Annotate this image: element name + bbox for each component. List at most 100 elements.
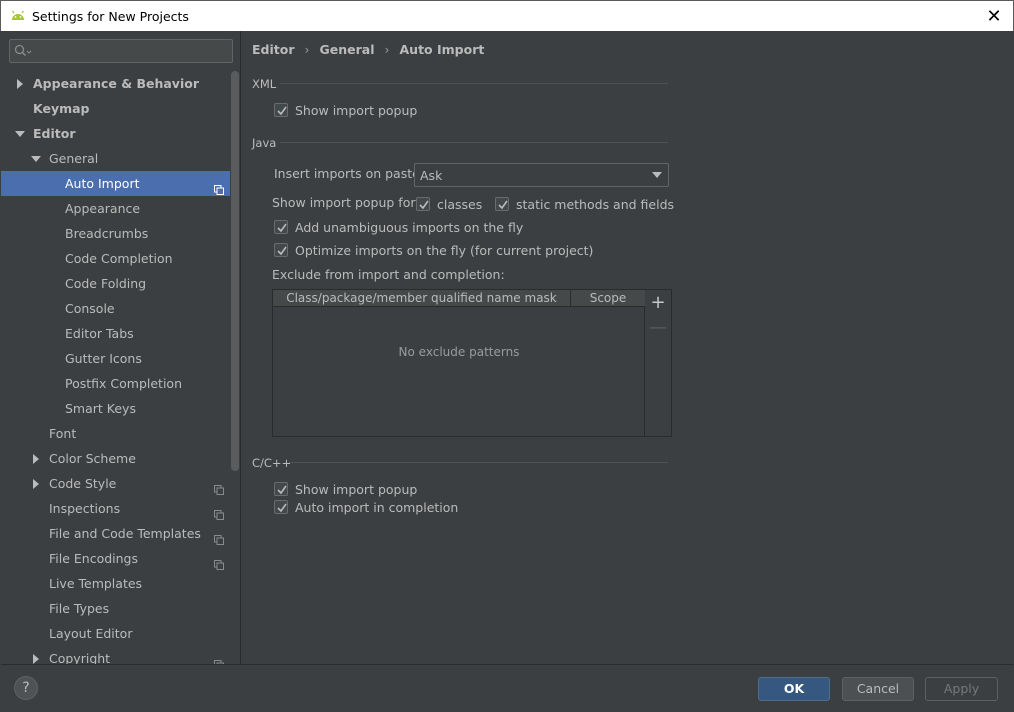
tree-item-label: Appearance & Behavior [33,76,199,91]
static-methods-checkbox[interactable] [495,197,509,211]
tree-item-keymap[interactable]: Keymap [1,96,230,121]
tree-item-file-types[interactable]: File Types [1,596,230,621]
insert-imports-dropdown[interactable]: Ask [414,163,669,187]
cpp-show-import-popup-label: Show import popup [295,481,418,497]
tree-item-label: File Types [49,601,110,616]
project-scope-icon [214,528,224,545]
tree-item-code-style[interactable]: Code Style [1,471,230,496]
tree-item-editor-tabs[interactable]: Editor Tabs [1,321,230,346]
help-button[interactable]: ? [14,676,38,700]
expand-arrow-down-icon[interactable] [30,146,42,171]
expand-arrow-right-icon[interactable] [30,446,42,471]
cpp-show-import-popup-row[interactable]: Show import popup [274,480,417,498]
static-methods-label: static methods and fields [516,196,675,212]
tree-item-label: Postfix Completion [65,376,182,391]
cpp-auto-import-checkbox[interactable] [274,500,288,514]
tree-item-label: Editor [33,126,76,141]
close-icon[interactable]: ✕ [986,6,1001,27]
window-title: Settings for New Projects [32,8,189,24]
tree-item-copyright[interactable]: Copyright [1,646,230,664]
breadcrumb-general[interactable]: General [320,42,375,57]
tree-item-general[interactable]: General [1,146,230,171]
tree-item-label: Copyright [49,651,111,664]
project-scope-icon [214,653,224,664]
column-header-mask[interactable]: Class/package/member qualified name mask [273,290,571,307]
project-scope-icon [214,178,224,195]
tree-item-gutter-icons[interactable]: Gutter Icons [1,346,230,371]
breadcrumb-separator: › [384,41,390,57]
tree-item-label: Layout Editor [49,626,133,641]
ok-button[interactable]: OK [758,677,830,701]
exclude-label: Exclude from import and completion: [272,267,505,282]
static-methods-row[interactable]: static methods and fields [495,195,674,213]
java-section-divider [280,142,668,143]
tree-item-label: Editor Tabs [65,326,134,341]
settings-search-input[interactable] [9,39,233,63]
column-header-scope[interactable]: Scope [571,290,645,307]
classes-checkbox[interactable] [416,197,430,211]
show-popup-for-label: Show import popup for: [272,195,420,210]
tree-item-editor[interactable]: Editor [1,121,230,146]
exclude-table[interactable]: Class/package/member qualified name mask… [272,289,645,437]
tree-item-layout-editor[interactable]: Layout Editor [1,621,230,646]
cpp-section-title: C/C++ [252,456,292,470]
tree-item-font[interactable]: Font [1,421,230,446]
tree-item-label: Smart Keys [65,401,136,416]
optimize-imports-row[interactable]: Optimize imports on the fly (for current… [274,241,593,259]
xml-show-import-popup-row[interactable]: Show import popup [274,101,417,119]
cpp-auto-import-label: Auto import in completion [295,499,459,515]
android-studio-icon [10,8,26,24]
apply-button[interactable]: Apply [925,677,998,701]
tree-item-auto-import[interactable]: Auto Import [1,171,230,196]
checkmark-icon [277,223,287,233]
tree-item-console[interactable]: Console [1,296,230,321]
tree-item-label: General [49,151,99,166]
classes-label: classes [437,196,483,212]
tree-item-code-folding[interactable]: Code Folding [1,271,230,296]
xml-section-divider [280,83,668,84]
project-scope-icon [214,478,224,495]
checkmark-icon [419,200,429,210]
tree-item-appearance-behavior[interactable]: Appearance & Behavior [1,71,230,96]
sidebar-scrollbar[interactable] [231,71,239,471]
tree-item-color-scheme[interactable]: Color Scheme [1,446,230,471]
add-unambiguous-label: Add unambiguous imports on the fly [295,219,524,235]
tree-item-inspections[interactable]: Inspections [1,496,230,521]
optimize-imports-label: Optimize imports on the fly (for current… [295,242,594,258]
add-unambiguous-row[interactable]: Add unambiguous imports on the fly [274,218,523,236]
classes-row[interactable]: classes [416,195,482,213]
expand-arrow-right-icon[interactable] [30,471,42,496]
breadcrumb-separator: › [304,41,310,57]
java-section-title: Java [252,136,277,150]
tree-item-file-encodings[interactable]: File Encodings [1,546,230,571]
tree-item-label: Code Style [49,476,117,491]
add-unambiguous-checkbox[interactable] [274,220,288,234]
settings-tree: Appearance & Behavior Keymap Editor General… [1,71,230,664]
breadcrumb-editor[interactable]: Editor [252,42,295,57]
remove-icon[interactable]: — [645,316,671,338]
auto-import-panel: Editor › General › Auto Import XML Show … [242,31,1013,664]
tree-item-label: Gutter Icons [65,351,142,366]
tree-item-label: Live Templates [49,576,143,591]
tree-item-live-templates[interactable]: Live Templates [1,571,230,596]
xml-show-import-popup-checkbox[interactable] [274,103,288,117]
project-scope-icon [214,553,224,570]
expand-arrow-down-icon[interactable] [14,121,26,146]
cancel-button[interactable]: Cancel [842,677,914,701]
optimize-imports-checkbox[interactable] [274,243,288,257]
cpp-auto-import-row[interactable]: Auto import in completion [274,498,458,516]
tree-item-code-completion[interactable]: Code Completion [1,246,230,271]
cpp-show-import-popup-checkbox[interactable] [274,482,288,496]
add-icon[interactable]: + [645,291,671,313]
cpp-section-divider [289,462,668,463]
tree-item-postfix-completion[interactable]: Postfix Completion [1,371,230,396]
tree-item-smart-keys[interactable]: Smart Keys [1,396,230,421]
tree-item-breadcrumbs[interactable]: Breadcrumbs [1,221,230,246]
close-window-button[interactable]: ✕ [984,6,1004,27]
tree-item-appearance[interactable]: Appearance [1,196,230,221]
empty-table-text: No exclude patterns [398,345,520,359]
xml-section-title: XML [252,77,277,91]
expand-arrow-right-icon[interactable] [30,646,42,664]
expand-arrow-right-icon[interactable] [14,71,26,96]
tree-item-file-and-code-templates[interactable]: File and Code Templates [1,521,230,546]
